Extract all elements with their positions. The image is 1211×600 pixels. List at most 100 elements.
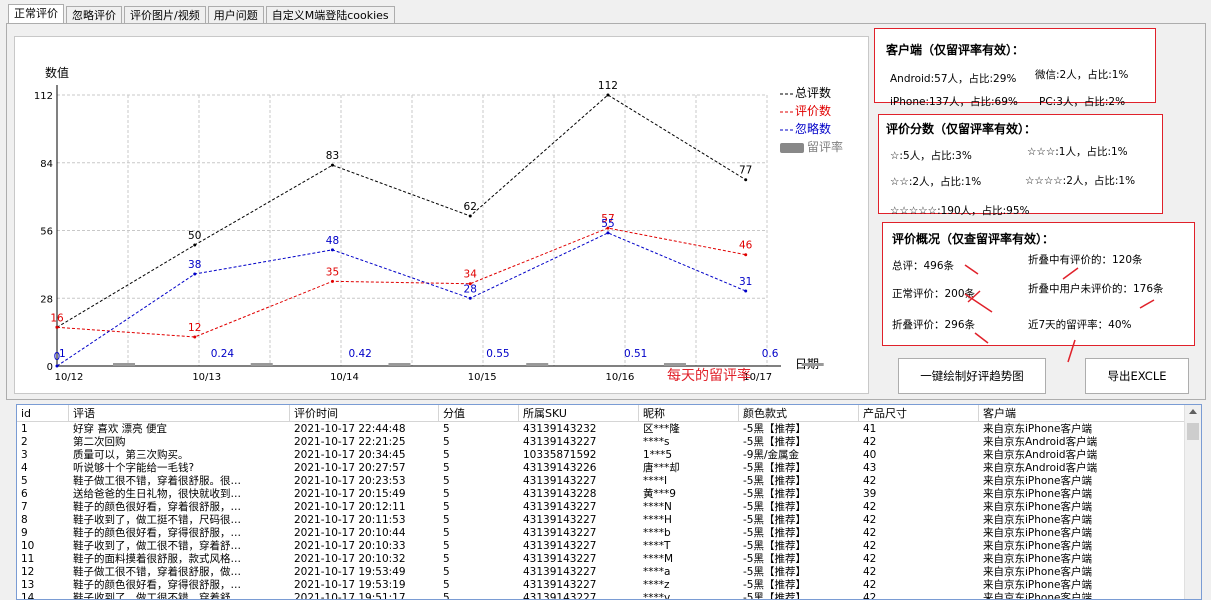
table-cell: 42 bbox=[863, 514, 877, 526]
table-cell: 好穿 喜欢 漂亮 便宜 bbox=[73, 423, 168, 435]
table-cell: 5 bbox=[21, 475, 28, 487]
table-cell: 43139143232 bbox=[523, 423, 597, 435]
table-cell: 区***隆 bbox=[643, 423, 680, 435]
table-cell: 来自京东iPhone客户端 bbox=[983, 501, 1092, 513]
table-cell: 来自京东iPhone客户端 bbox=[983, 527, 1092, 539]
table-cell: 42 bbox=[863, 501, 877, 513]
column-header[interactable]: id bbox=[17, 405, 69, 422]
table-cell: 2 bbox=[21, 436, 28, 448]
table-cell: 43139143227 bbox=[523, 527, 597, 539]
table-cell: 5 bbox=[443, 592, 450, 600]
table-cell: 2021-10-17 19:53:19 bbox=[294, 579, 406, 591]
table-cell: 41 bbox=[863, 423, 877, 435]
table-cell: ****I bbox=[643, 475, 668, 487]
table-cell: 2021-10-17 20:10:32 bbox=[294, 553, 406, 565]
table-cell: 来自京东iPhone客户端 bbox=[983, 592, 1092, 600]
table-cell: -5黑【推荐】 bbox=[743, 501, 806, 513]
table-cell: -5黑【推荐】 bbox=[743, 436, 806, 448]
table-row[interactable]: 9 鞋子的颜色很好看，穿得很舒服，… 2021-10-17 20:10:44 5 431… bbox=[17, 527, 1185, 540]
table-row[interactable]: 8 鞋子收到了，做工挺不错，尺码很… 2021-10-17 20:11:53 5 431… bbox=[17, 514, 1185, 527]
table-cell: 鞋子收到了，做工挺不错，尺码很… bbox=[73, 514, 241, 526]
table-cell: 来自京东iPhone客户端 bbox=[983, 553, 1092, 565]
table-cell: -5黑【推荐】 bbox=[743, 553, 806, 565]
table-cell: 7 bbox=[21, 501, 28, 513]
table-row[interactable]: 10 鞋子收到了，做工很不错，穿着舒… 2021-10-17 20:10:33 5 43… bbox=[17, 540, 1185, 553]
table-header: id 评语 评价时间 分值 所属SKU 昵称 颜色款式 产品尺寸 客户端 bbox=[17, 405, 1185, 422]
table-cell: -5黑【推荐】 bbox=[743, 475, 806, 487]
table-cell: 42 bbox=[863, 540, 877, 552]
scrollbar-thumb[interactable] bbox=[1187, 423, 1199, 440]
arrow-7day-rate bbox=[1067, 339, 1076, 363]
table-cell: 6 bbox=[21, 488, 28, 500]
column-header[interactable]: 所属SKU bbox=[519, 405, 639, 422]
table-cell: -5黑【推荐】 bbox=[743, 527, 806, 539]
table-row[interactable]: 13 鞋子的颜色很好看，穿得很舒服，… 2021-10-17 19:53:19 5 43… bbox=[17, 579, 1185, 592]
table-row[interactable]: 2 第二次回购 2021-10-17 22:21:25 5 43139143227 ***… bbox=[17, 436, 1185, 449]
column-header[interactable]: 客户端 bbox=[979, 405, 1185, 422]
table-cell: ****T bbox=[643, 540, 671, 552]
column-header[interactable]: 昵称 bbox=[639, 405, 739, 422]
table-cell: 来自京东Android客户端 bbox=[983, 462, 1098, 474]
column-header[interactable]: 评语 bbox=[69, 405, 290, 422]
table-row[interactable]: 3 质量可以，第三次购买。 2021-10-17 20:34:45 5 10335871… bbox=[17, 449, 1185, 462]
table-cell: 42 bbox=[863, 592, 877, 600]
table-cell: 3 bbox=[21, 449, 28, 461]
table-row[interactable]: 12 鞋子做工很不错，穿着很舒服，做… 2021-10-17 19:53:49 5 43… bbox=[17, 566, 1185, 579]
table-row[interactable]: 11 鞋子的面料摸着很舒服，款式风格… 2021-10-17 20:10:32 5 43… bbox=[17, 553, 1185, 566]
table-cell: ****a bbox=[643, 566, 671, 578]
scroll-up-icon[interactable] bbox=[1189, 409, 1197, 414]
table-cell: 鞋子的颜色很好看，穿着很舒服，… bbox=[73, 501, 241, 513]
table-cell: 8 bbox=[21, 514, 28, 526]
table-cell: -5黑【推荐】 bbox=[743, 488, 806, 500]
table-cell: 2021-10-17 20:27:57 bbox=[294, 462, 406, 474]
table-cell: 2021-10-17 20:10:33 bbox=[294, 540, 406, 552]
draw-trend-button[interactable]: 一键绘制好评趋势图 bbox=[898, 358, 1046, 394]
table-row[interactable]: 4 听说够十个字能给一毛钱? 2021-10-17 20:27:57 5 4313914… bbox=[17, 462, 1185, 475]
table-row[interactable]: 7 鞋子的颜色很好看，穿着很舒服，… 2021-10-17 20:12:11 5 431… bbox=[17, 501, 1185, 514]
table-row[interactable]: 6 送给爸爸的生日礼物，很快就收到… 2021-10-17 20:15:49 5 431… bbox=[17, 488, 1185, 501]
table-cell: ****z bbox=[643, 579, 670, 591]
table-cell: 43 bbox=[863, 462, 877, 474]
table-cell: ****b bbox=[643, 527, 671, 539]
table-cell: 43139143227 bbox=[523, 553, 597, 565]
table-cell: 42 bbox=[863, 436, 877, 448]
table-cell: 5 bbox=[443, 501, 450, 513]
table-cell: 来自京东Android客户端 bbox=[983, 436, 1098, 448]
table-cell: 5 bbox=[443, 436, 450, 448]
table-cell: 听说够十个字能给一毛钱? bbox=[73, 462, 195, 474]
table-cell: ****v bbox=[643, 592, 671, 600]
table-cell: 5 bbox=[443, 553, 450, 565]
vertical-scrollbar[interactable] bbox=[1184, 405, 1201, 599]
review-table: id 评语 评价时间 分值 所属SKU 昵称 颜色款式 产品尺寸 客户端 1 好穿 喜欢 漂亮 便… bbox=[16, 404, 1202, 600]
table-cell: 5 bbox=[443, 449, 450, 461]
table-cell: 来自京东iPhone客户端 bbox=[983, 488, 1092, 500]
arrow-folded-with-comment bbox=[1062, 267, 1079, 280]
column-header[interactable]: 评价时间 bbox=[290, 405, 439, 422]
table-cell: 43139143228 bbox=[523, 488, 597, 500]
table-cell: 42 bbox=[863, 566, 877, 578]
table-row[interactable]: 1 好穿 喜欢 漂亮 便宜 2021-10-17 22:44:48 5 43139143… bbox=[17, 423, 1185, 436]
table-cell: 2021-10-17 20:12:11 bbox=[294, 501, 406, 513]
arrow-total bbox=[964, 264, 979, 275]
table-cell: 10335871592 bbox=[523, 449, 597, 461]
column-header[interactable]: 产品尺寸 bbox=[859, 405, 979, 422]
table-cell: 5 bbox=[443, 423, 450, 435]
column-header[interactable]: 分值 bbox=[439, 405, 519, 422]
column-header[interactable]: 颜色款式 bbox=[739, 405, 859, 422]
table-cell: 5 bbox=[443, 475, 450, 487]
table-cell: 43139143227 bbox=[523, 579, 597, 591]
table-cell: 鞋子的颜色很好看，穿得很舒服，… bbox=[73, 527, 241, 539]
table-cell: 43139143227 bbox=[523, 566, 597, 578]
table-cell: 来自京东iPhone客户端 bbox=[983, 514, 1092, 526]
table-row[interactable]: 5 鞋子做工很不错，穿着很舒服。很… 2021-10-17 20:23:53 5 431… bbox=[17, 475, 1185, 488]
table-row[interactable]: 14 鞋子收到了，做工很不错，穿着舒… 2021-10-17 19:51:17 5 43… bbox=[17, 592, 1185, 600]
table-cell: 43139143227 bbox=[523, 475, 597, 487]
table-cell: 来自京东iPhone客户端 bbox=[983, 475, 1092, 487]
table-cell: 鞋子做工很不错，穿着很舒服。很… bbox=[73, 475, 241, 487]
export-excel-button[interactable]: 导出EXCLE bbox=[1085, 358, 1189, 394]
table-cell: 2021-10-17 19:51:17 bbox=[294, 592, 406, 600]
table-cell: 40 bbox=[863, 449, 877, 461]
table-cell: 42 bbox=[863, 553, 877, 565]
table-cell: 2021-10-17 19:53:49 bbox=[294, 566, 406, 578]
table-cell: 43139143227 bbox=[523, 540, 597, 552]
